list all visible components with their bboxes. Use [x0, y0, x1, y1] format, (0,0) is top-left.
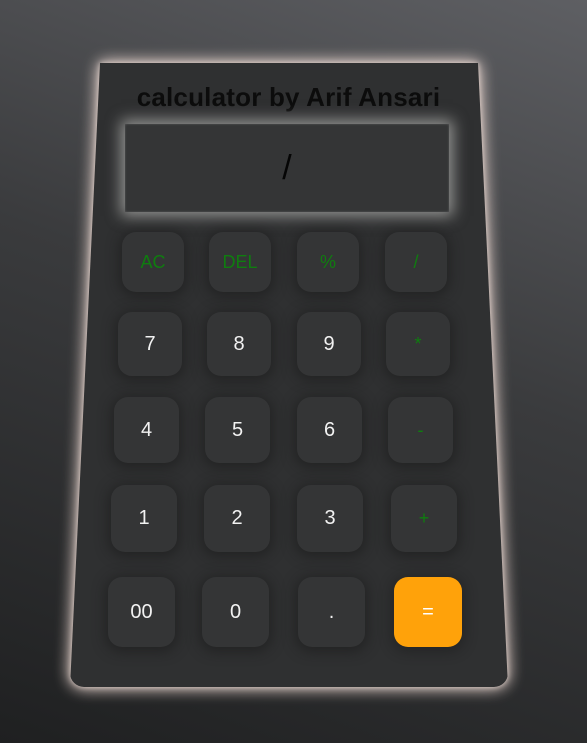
app-title-text: calculator by Arif Ansari	[136, 82, 441, 112]
percent-button[interactable]: %	[297, 232, 359, 292]
plus-button[interactable]: +	[391, 485, 457, 552]
two-button[interactable]: 2	[204, 485, 270, 552]
multiply-button[interactable]: *	[386, 312, 450, 376]
eight-button[interactable]: 8	[207, 312, 271, 376]
six-button[interactable]: 6	[297, 397, 362, 463]
app-title: calculator by Arif Ansari	[0, 82, 587, 113]
dot-button[interactable]: .	[298, 577, 365, 647]
calculator-display: /	[125, 124, 449, 212]
zero-button[interactable]: 0	[202, 577, 269, 647]
delete-button[interactable]: DEL	[209, 232, 271, 292]
double-zero-button[interactable]: 00	[108, 577, 175, 647]
nine-button[interactable]: 9	[297, 312, 361, 376]
ac-button[interactable]: AC	[122, 232, 184, 292]
equals-button[interactable]: =	[394, 577, 462, 647]
seven-button[interactable]: 7	[118, 312, 182, 376]
minus-button[interactable]: -	[388, 397, 453, 463]
four-button[interactable]: 4	[114, 397, 179, 463]
divide-button[interactable]: /	[385, 232, 447, 292]
one-button[interactable]: 1	[111, 485, 177, 552]
five-button[interactable]: 5	[205, 397, 270, 463]
three-button[interactable]: 3	[297, 485, 363, 552]
